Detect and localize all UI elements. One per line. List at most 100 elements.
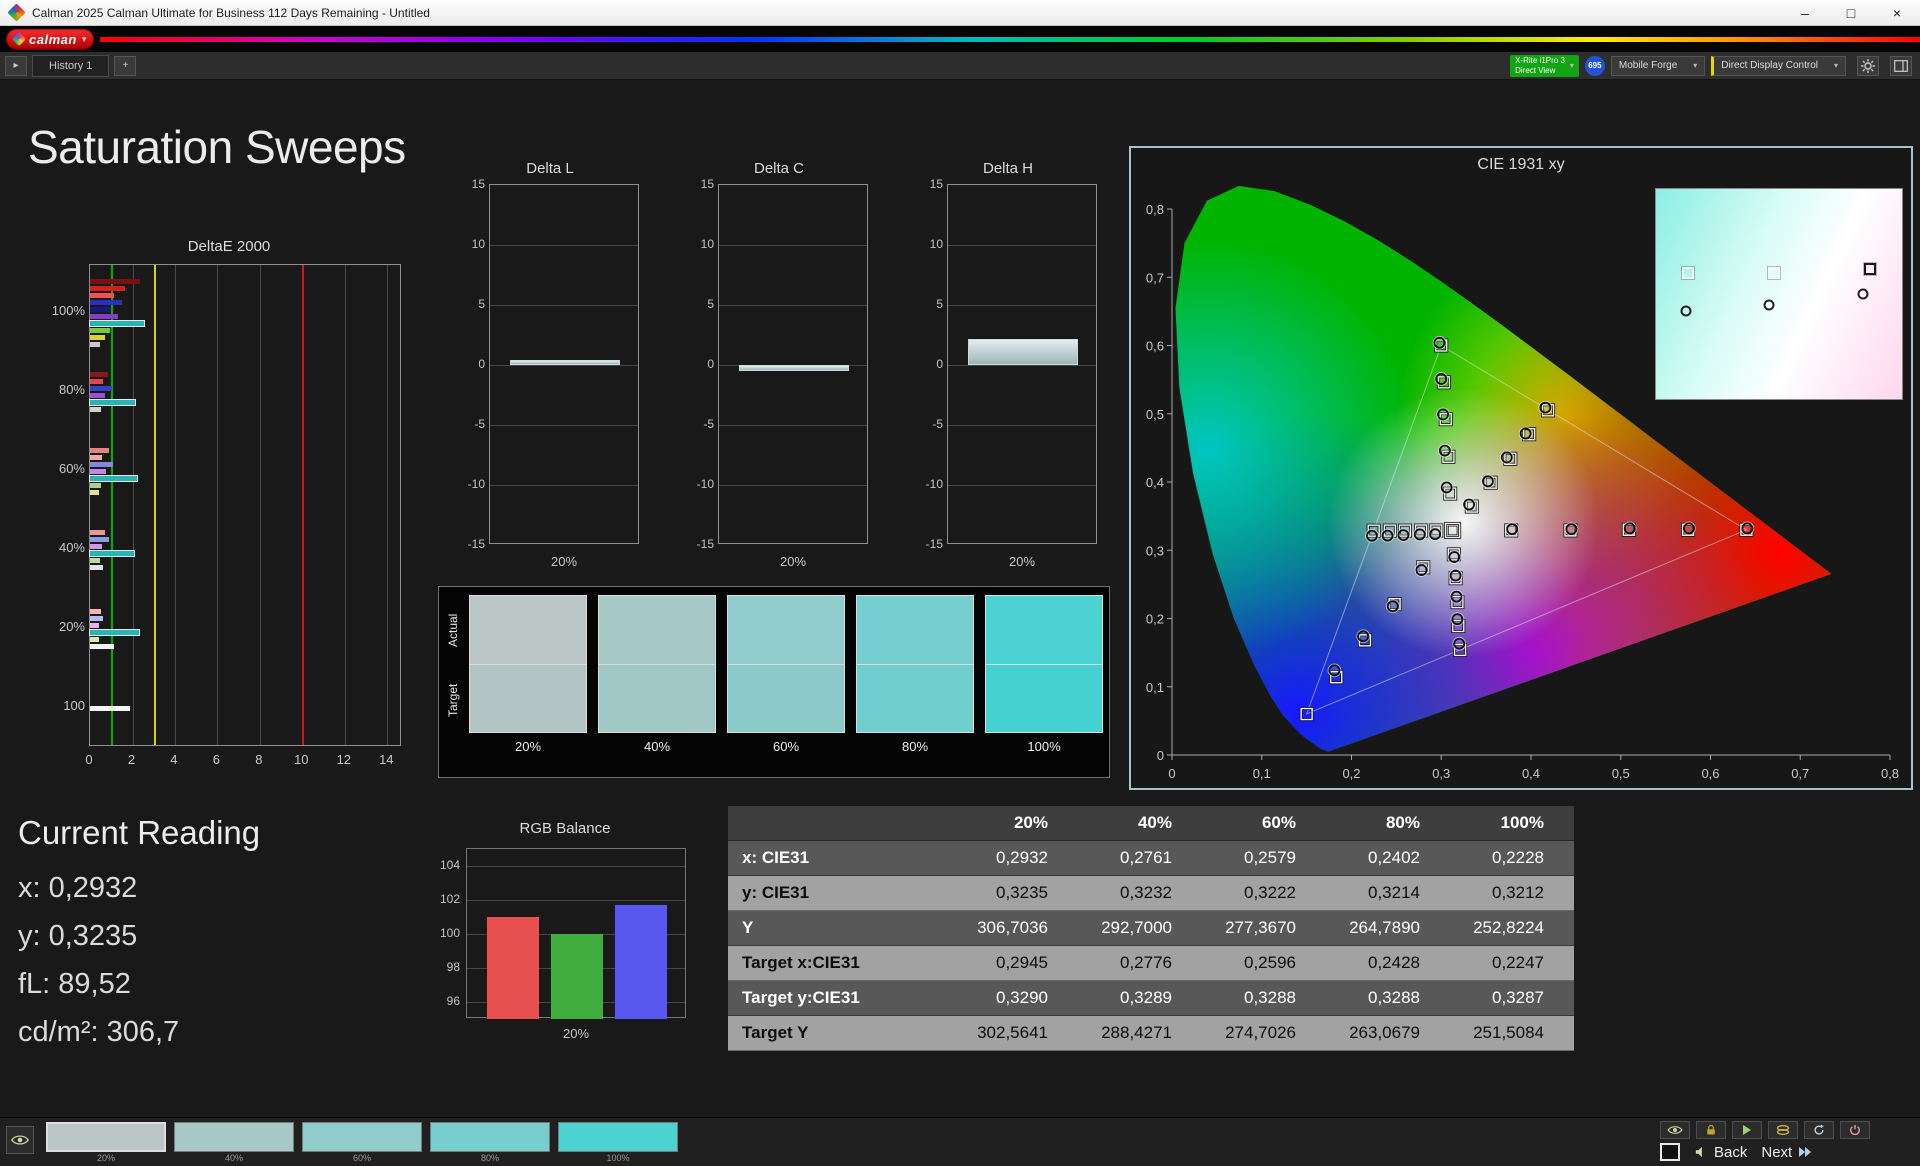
reading-value: y: 0,3235 (18, 920, 138, 952)
play-icon (1743, 1125, 1751, 1135)
saturation-data-table: 20% 40% 60% 80% 100% x: CIE31 0,2932 0,2761 0,25… (728, 806, 1574, 1051)
gear-icon (1861, 58, 1875, 73)
table-cell: 306,7036 (977, 918, 1048, 937)
eye-icon (1667, 1126, 1683, 1134)
axis-tick-label: 0,4 (1146, 475, 1164, 490)
maximize-button[interactable]: □ (1828, 0, 1874, 25)
utility-icon-row (1660, 1121, 1910, 1139)
bar (90, 558, 100, 563)
meter-count-badge[interactable]: 695 (1584, 55, 1605, 76)
display-control-select[interactable]: Direct Display Control ▾ (1711, 55, 1846, 76)
gridline (948, 365, 1096, 366)
add-tab-button[interactable]: + (114, 55, 137, 76)
forward-arrows-icon (1799, 1147, 1812, 1157)
swatch-color (558, 1122, 678, 1152)
app-icon (7, 3, 26, 22)
eye-toggle-button[interactable] (1660, 1121, 1690, 1139)
table-cell: 288,4271 (1101, 1023, 1172, 1042)
table-cell: 0,2761 (1120, 848, 1172, 867)
axis-tick-label: 0,7 (1146, 270, 1164, 285)
speaker-icon (1695, 1146, 1702, 1158)
bar (90, 372, 108, 377)
axis-tick-label: 10 (294, 752, 309, 767)
measured-marker (1435, 373, 1448, 385)
checkbox-button[interactable] (1660, 1143, 1680, 1161)
next-button[interactable]: Next (1761, 1144, 1812, 1161)
toolbar: ▸ History 1 + X-Rite i1Pro 3 Direct View… (0, 52, 1920, 80)
visibility-toggle-button[interactable] (6, 1126, 34, 1154)
axis-label: 100 (63, 698, 85, 713)
toolbar-right-group: X-Rite i1Pro 3 Direct View ▾ 695 Mobile … (1510, 54, 1912, 77)
cie-1931-chart: CIE 1931 xy 0 0,1 0,2 0,3 0,4 0,5 0,6 0,7 0,8 0 0,… (1129, 146, 1913, 790)
saturation-level-button[interactable]: 100% (558, 1122, 678, 1166)
measured-marker (1415, 564, 1428, 576)
settings-gear-button[interactable] (1857, 55, 1879, 76)
gridline (259, 265, 261, 745)
gridline (490, 425, 638, 426)
coins-button[interactable] (1768, 1121, 1798, 1139)
deltae-plot-area (88, 264, 401, 746)
measured-marker (1433, 336, 1446, 349)
power-button[interactable] (1840, 1121, 1870, 1139)
swatch-actual (985, 595, 1103, 664)
table-cell: 0,3235 (996, 883, 1048, 902)
bar (89, 629, 140, 636)
saturation-level-button[interactable]: 40% (174, 1122, 294, 1166)
layout-panels-button[interactable] (1890, 55, 1912, 76)
measured-marker (1413, 528, 1426, 541)
source-select[interactable]: Mobile Forge ▾ (1610, 55, 1706, 76)
axis-tick-label: -15 (696, 537, 714, 551)
tab-history-1[interactable]: History 1 (32, 54, 110, 77)
table-cell: 0,2402 (1368, 848, 1420, 867)
bar (90, 461, 114, 467)
swatch-color (430, 1122, 550, 1152)
axis-tick-label: 0,3 (1432, 766, 1450, 781)
swatch-label: 60% (772, 739, 800, 754)
saturation-swatch: 40% (598, 595, 716, 765)
axis-tick-label: 98 (446, 960, 460, 974)
reference-line (111, 265, 114, 745)
calman-logo-button[interactable]: calman ▾ (6, 28, 95, 50)
axis-tick-label: 14 (379, 752, 394, 767)
measured-marker (1366, 529, 1378, 542)
delta-h-chart: Delta H 20% 15 10 5 0 -5 -10 -15 (915, 160, 1101, 576)
axis-tick-label: 0,5 (1146, 407, 1164, 422)
lock-icon (1707, 1124, 1715, 1135)
measured-marker (1763, 299, 1775, 310)
lock-button[interactable] (1696, 1121, 1726, 1139)
refresh-button[interactable] (1804, 1121, 1834, 1139)
bar (90, 544, 102, 549)
close-button[interactable]: × (1874, 0, 1920, 25)
minimize-button[interactable]: – (1782, 0, 1828, 25)
axis-tick-label: 2 (127, 752, 136, 767)
bar (90, 335, 105, 340)
saturation-swatch: 100% (985, 595, 1103, 765)
measured-marker (1453, 637, 1466, 650)
measured-marker (1741, 522, 1754, 535)
display-control-label: Direct Display Control (1721, 60, 1818, 71)
play-button[interactable] (1732, 1121, 1762, 1139)
saturation-level-button[interactable]: 60% (302, 1122, 422, 1166)
saturation-level-button[interactable]: 20% (46, 1122, 166, 1166)
chevron-down-icon: ▾ (81, 33, 87, 44)
axis-tick-label: 4 (170, 752, 178, 767)
meter-button[interactable]: X-Rite i1Pro 3 Direct View ▾ (1510, 54, 1579, 77)
table-cell: 0,3287 (1492, 988, 1544, 1007)
measured-marker (1506, 523, 1519, 535)
back-button[interactable]: Back (1694, 1144, 1747, 1161)
axis-tick-label: -5 (474, 417, 485, 431)
reading-value: fL: 89,52 (18, 968, 131, 1000)
history-expand-button[interactable]: ▸ (5, 55, 27, 76)
swatch-label: 40% (224, 1153, 243, 1163)
table-cell: 0,3289 (1120, 988, 1172, 1007)
bottom-right-controls: Back Next (1660, 1121, 1910, 1165)
bar (90, 386, 113, 391)
saturation-level-button[interactable]: 80% (430, 1122, 550, 1166)
bar (90, 623, 99, 628)
axis-tick-label: 8 (255, 752, 263, 767)
gridline (217, 265, 219, 745)
chart-title: Delta H (982, 160, 1034, 177)
swatch-label: 20% (514, 739, 542, 754)
swatch-label: 20% (96, 1153, 115, 1163)
reference-line (153, 265, 156, 745)
